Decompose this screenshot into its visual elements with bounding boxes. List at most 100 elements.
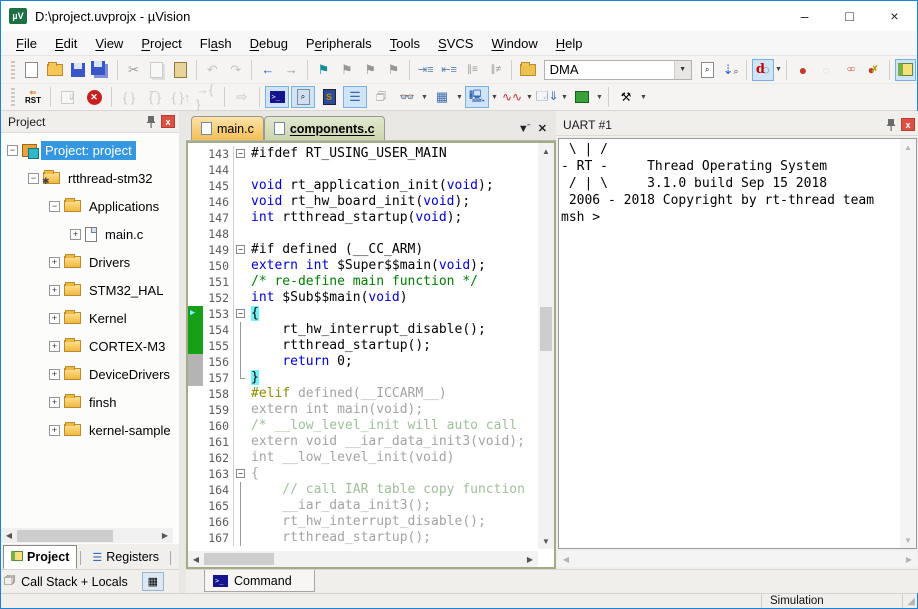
scroll-right-icon[interactable]: ▶: [157, 528, 173, 544]
pin-icon[interactable]: [884, 118, 898, 132]
scroll-down-icon[interactable]: ▼: [900, 532, 916, 548]
expand-icon[interactable]: +: [49, 425, 60, 436]
fold-collapse-icon[interactable]: −: [234, 306, 248, 322]
run-to-cursor-icon[interactable]: →{ }: [195, 86, 219, 108]
scrollbar-thumb[interactable]: [204, 553, 274, 565]
debug-tools-dropdown-icon[interactable]: ▼: [639, 86, 648, 108]
code-line-157[interactable]: 157}: [188, 370, 538, 386]
tree-item-devicedrivers[interactable]: +DeviceDrivers: [1, 360, 179, 388]
project-horizontal-scrollbar[interactable]: ◀ ▶: [1, 528, 173, 543]
editor-vertical-scrollbar[interactable]: ▲ ▼: [538, 143, 554, 549]
expand-icon[interactable]: +: [70, 229, 81, 240]
open-folder-icon[interactable]: [44, 59, 65, 81]
code-line-147[interactable]: 147int rtthread_startup(void);: [188, 210, 538, 226]
code-line-148[interactable]: 148: [188, 226, 538, 242]
uart-terminal[interactable]: \ | / - RT - Thread Operating System / |…: [558, 138, 917, 549]
uncomment-selection-icon[interactable]: ∥≠: [485, 59, 506, 81]
code-line-143[interactable]: 143−#ifdef RT_USING_USER_MAIN: [188, 146, 538, 162]
step-over-icon[interactable]: {̅ }: [143, 86, 167, 108]
system-viewer-icon[interactable]: 🗔⇓: [535, 86, 559, 108]
line-marker-gutter[interactable]: [188, 162, 203, 178]
step-icon[interactable]: { }: [117, 86, 141, 108]
editor-tab-components-c[interactable]: components.c: [264, 116, 385, 140]
uart-vertical-scrollbar[interactable]: ▲ ▼: [900, 139, 916, 548]
close-document-icon[interactable]: ✕: [538, 122, 547, 135]
scrollbar-thumb[interactable]: [17, 530, 113, 542]
current-statement-marker[interactable]: ▶: [188, 306, 203, 322]
watch-window-dropdown-icon[interactable]: ▼: [420, 86, 429, 108]
resize-grip-icon[interactable]: ◢: [903, 596, 917, 607]
collapse-icon[interactable]: −: [49, 201, 60, 212]
vertical-splitter[interactable]: [179, 111, 186, 593]
code-line-154[interactable]: 154 rt_hw_interrupt_disable();: [188, 322, 538, 338]
toolbar-grip[interactable]: [11, 88, 15, 106]
cut-icon[interactable]: ✂: [123, 59, 144, 81]
menu-view[interactable]: View: [86, 32, 132, 55]
line-marker-gutter[interactable]: [188, 402, 203, 418]
code-line-156[interactable]: 156 return 0;: [188, 354, 538, 370]
line-marker-gutter[interactable]: [188, 514, 203, 530]
tree-item-kernel[interactable]: +Kernel: [1, 304, 179, 332]
menu-peripherals[interactable]: Peripherals: [297, 32, 381, 55]
scroll-up-icon[interactable]: ▲: [538, 143, 554, 159]
scrollbar-thumb[interactable]: [540, 307, 552, 351]
unindent-icon[interactable]: ⇤≡: [438, 59, 459, 81]
menu-debug[interactable]: Debug: [241, 32, 297, 55]
debug-tools-icon[interactable]: ⚒: [614, 86, 638, 108]
code-line-160[interactable]: 160/* __low_level_init will auto call: [188, 418, 538, 434]
undo-icon[interactable]: ↶: [202, 59, 223, 81]
show-next-statement-icon[interactable]: ⇨: [230, 86, 254, 108]
maximize-button[interactable]: □: [827, 1, 872, 31]
menu-svcs[interactable]: SVCS: [429, 32, 482, 55]
tree-item-drivers[interactable]: +Drivers: [1, 248, 179, 276]
paste-icon[interactable]: [169, 59, 190, 81]
search-text-combobox[interactable]: DMA▼: [544, 60, 692, 80]
comment-selection-icon[interactable]: ∥≡: [462, 59, 483, 81]
toolbox-dropdown-icon[interactable]: ▼: [595, 86, 604, 108]
navigate-back-icon[interactable]: ←: [257, 59, 278, 81]
line-marker-gutter[interactable]: [188, 418, 203, 434]
scroll-right-icon[interactable]: ▶: [901, 551, 917, 567]
save-icon[interactable]: [67, 59, 88, 81]
memory-window-icon[interactable]: ▦: [430, 86, 454, 108]
minimize-button[interactable]: –: [782, 1, 827, 31]
navigate-forward-icon[interactable]: →: [281, 59, 302, 81]
line-marker-gutter[interactable]: [188, 482, 203, 498]
symbol-window-icon[interactable]: S: [317, 86, 341, 108]
tree-item-main-c[interactable]: +main.c: [1, 220, 179, 248]
code-editor[interactable]: 143−#ifdef RT_USING_USER_MAIN144145void …: [186, 141, 556, 569]
editor-tab-main-c[interactable]: main.c: [191, 116, 264, 140]
tree-item-kernel-sample[interactable]: +kernel-sample: [1, 416, 179, 444]
tree-item-stm32-hal[interactable]: +STM32_HAL: [1, 276, 179, 304]
close-panel-icon[interactable]: x: [901, 118, 915, 131]
code-line-151[interactable]: 151/* re-define main function */: [188, 274, 538, 290]
find-icon[interactable]: ⌕: [697, 59, 718, 81]
toolbox-icon[interactable]: [570, 86, 594, 108]
run-icon[interactable]: ⇓: [56, 86, 80, 108]
analysis-window-icon[interactable]: ∿∿: [500, 86, 524, 108]
execution-marker[interactable]: [188, 322, 203, 338]
bookmark-clear-all-icon[interactable]: ⚑: [383, 59, 404, 81]
code-line-158[interactable]: 158#elif defined(__ICCARM__): [188, 386, 538, 402]
menu-tools[interactable]: Tools: [381, 32, 429, 55]
code-line-165[interactable]: 165 __iar_data_init3();: [188, 498, 538, 514]
command-tab[interactable]: >_ Command: [204, 570, 315, 592]
insert-breakpoint-icon[interactable]: ●: [792, 59, 813, 81]
line-marker-gutter[interactable]: [188, 434, 203, 450]
expand-icon[interactable]: +: [49, 397, 60, 408]
menu-file[interactable]: File: [7, 32, 46, 55]
find-in-files-icon[interactable]: [517, 59, 538, 81]
code-line-150[interactable]: 150extern int $Super$$main(void);: [188, 258, 538, 274]
start-stop-debug-icon[interactable]: d◌: [752, 59, 773, 81]
line-marker-gutter[interactable]: [188, 178, 203, 194]
pin-icon[interactable]: [144, 115, 158, 129]
fold-collapse-icon[interactable]: −: [234, 242, 248, 258]
code-line-167[interactable]: 167 rtthread_startup();: [188, 530, 538, 546]
scroll-up-icon[interactable]: ▲: [900, 139, 916, 155]
kill-all-breakpoints-icon[interactable]: ●✗: [862, 59, 883, 81]
line-marker-gutter[interactable]: [188, 498, 203, 514]
scroll-left-icon[interactable]: ◀: [188, 551, 204, 567]
code-line-144[interactable]: 144: [188, 162, 538, 178]
command-window-icon[interactable]: >_: [265, 86, 289, 108]
code-line-149[interactable]: 149−#if defined (__CC_ARM): [188, 242, 538, 258]
